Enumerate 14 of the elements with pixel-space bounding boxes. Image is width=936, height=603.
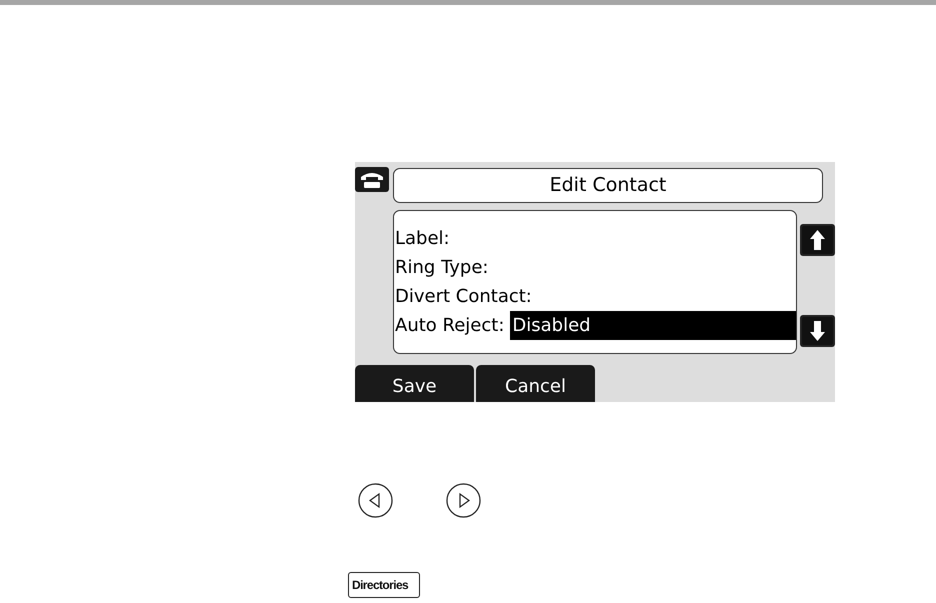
field-value[interactable]: Disabled: [510, 311, 796, 340]
right-arrow-key-icon[interactable]: [446, 483, 481, 518]
scroll-up-icon[interactable]: [800, 224, 835, 256]
field-label: Ring Type:: [395, 256, 488, 280]
screen-title: Edit Contact: [393, 168, 823, 203]
field-label: Auto Reject:: [395, 314, 504, 338]
phone-handset-icon: [355, 167, 389, 192]
field-label: Label:: [395, 227, 450, 251]
left-arrow-key-icon[interactable]: [358, 483, 393, 518]
field-label: Divert Contact:: [395, 285, 532, 309]
softkey[interactable]: Save: [355, 365, 474, 402]
scroll-down-icon[interactable]: [800, 315, 835, 347]
softkey[interactable]: Cancel: [476, 365, 595, 402]
directories-key[interactable]: Directories: [348, 572, 420, 598]
